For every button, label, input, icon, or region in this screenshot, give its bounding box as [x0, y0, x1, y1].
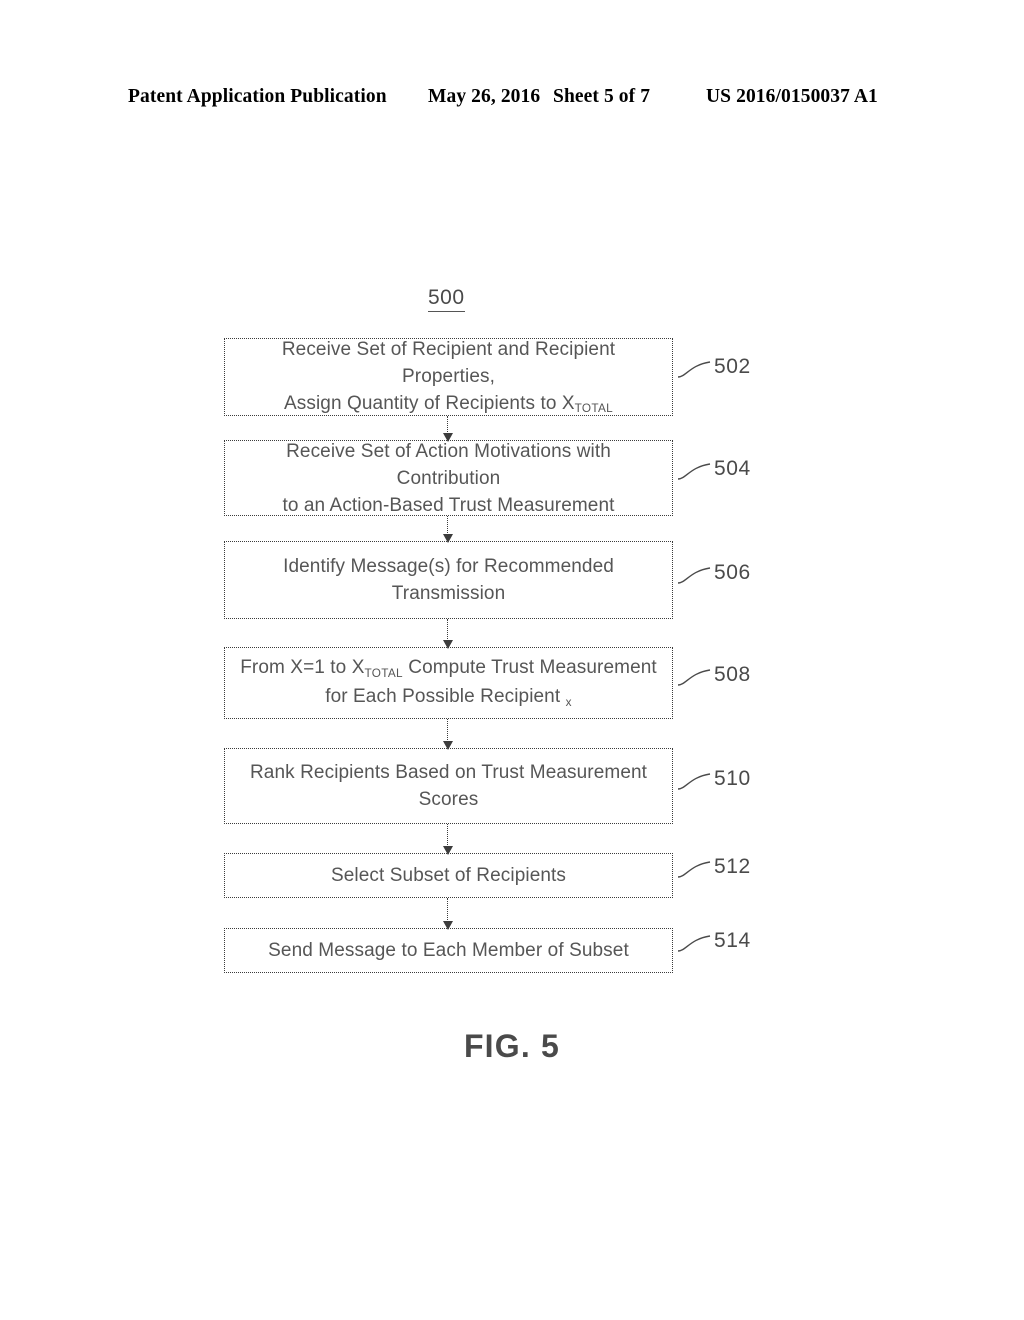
reference-numeral-508-text: 508 — [714, 663, 751, 686]
node-502-subscript: TOTAL — [574, 402, 613, 416]
node-508-subscript-x: x — [565, 695, 572, 709]
node-508-subscript-total: TOTAL — [364, 666, 403, 680]
flowchart: Receive Set of Recipient and Recipient P… — [0, 0, 1024, 1320]
leader-line-icon — [677, 935, 711, 952]
reference-numeral-504-text: 504 — [714, 457, 751, 480]
reference-numeral-506-text: 506 — [714, 561, 751, 584]
connector-arrow-512-514 — [443, 898, 453, 930]
leader-line-icon — [677, 669, 711, 686]
leader-line-icon — [677, 567, 711, 584]
reference-numeral-502-text: 502 — [714, 355, 751, 378]
flowchart-node-512[interactable]: Select Subset of Recipients — [224, 853, 673, 898]
arrowhead-icon — [443, 846, 453, 855]
figure-caption: FIG. 5 — [463, 1028, 561, 1064]
flowchart-node-502[interactable]: Receive Set of Recipient and Recipient P… — [224, 338, 673, 416]
arrowhead-icon — [443, 640, 453, 649]
connector-arrow-504-506 — [443, 516, 453, 543]
node-514-text: Send Message to Each Member of Subset — [268, 940, 629, 961]
leader-line-icon — [677, 861, 711, 878]
arrowhead-icon — [443, 534, 453, 543]
node-512-text: Select Subset of Recipients — [330, 865, 567, 886]
arrowhead-icon — [443, 741, 453, 750]
arrowhead-icon — [443, 433, 453, 442]
connector-arrow-506-508 — [443, 619, 453, 649]
flowchart-node-514[interactable]: Send Message to Each Member of Subset — [224, 928, 673, 973]
leader-line-icon — [677, 773, 711, 790]
connector-arrow-510-512 — [443, 824, 453, 855]
node-504-text: Receive Set of Action Motivations with C… — [282, 440, 615, 516]
flowchart-node-508[interactable]: From X=1 to XTOTAL Compute Trust Measure… — [224, 647, 673, 719]
node-502-text: Receive Set of Recipient and Recipient P… — [281, 338, 616, 416]
leader-line-icon — [677, 463, 711, 480]
flowchart-node-504[interactable]: Receive Set of Action Motivations with C… — [224, 440, 673, 516]
flowchart-node-506[interactable]: Identify Message(s) for Recommended Tran… — [224, 541, 673, 619]
flowchart-node-510[interactable]: Rank Recipients Based on Trust Measureme… — [224, 748, 673, 824]
connector-arrow-508-510 — [443, 719, 453, 750]
connector-arrow-502-504 — [443, 416, 453, 442]
leader-line-icon — [677, 361, 711, 378]
reference-numeral-514-text: 514 — [714, 929, 751, 952]
reference-numeral-510-text: 510 — [714, 767, 751, 790]
node-506-text: Identify Message(s) for Recommended Tran… — [283, 556, 614, 604]
arrowhead-icon — [443, 921, 453, 930]
node-510-text: Rank Recipients Based on Trust Measureme… — [249, 762, 648, 810]
node-508-text: From X=1 to XTOTAL Compute Trust Measure… — [240, 657, 657, 709]
reference-numeral-512-text: 512 — [714, 855, 751, 878]
